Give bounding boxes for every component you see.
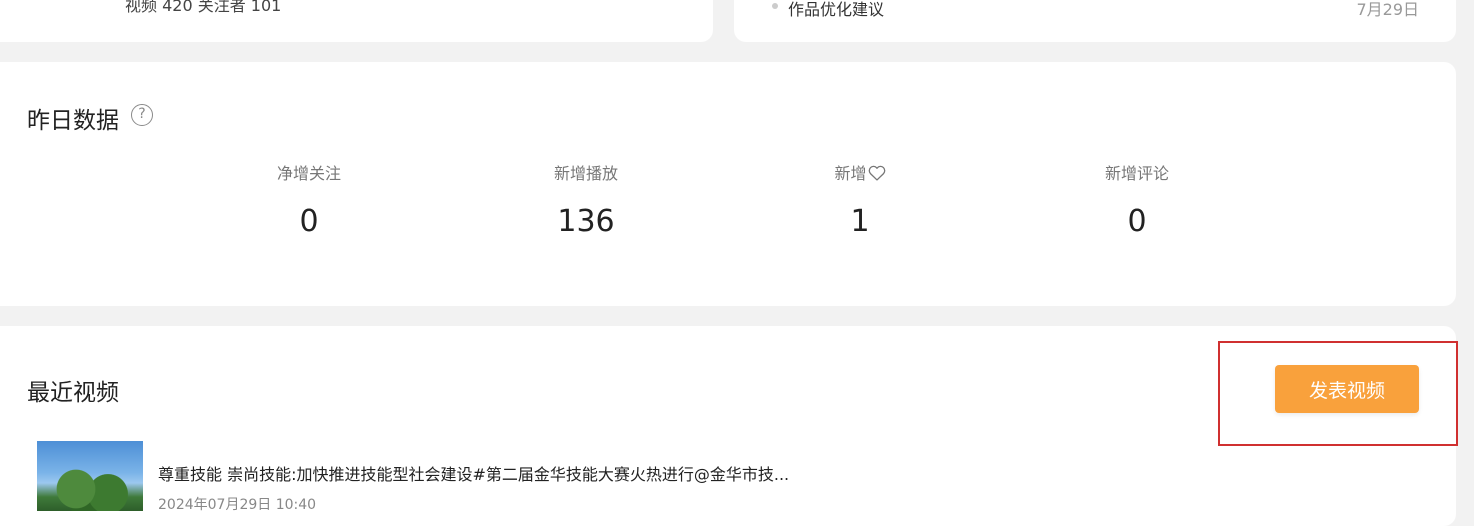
yesterday-stats-title: 昨日数据 xyxy=(27,108,119,134)
profile-card xyxy=(0,0,713,42)
stat-label-text: 新增 xyxy=(834,164,867,183)
question-circle-icon[interactable]: ? xyxy=(131,104,153,126)
video-title[interactable]: 尊重技能 崇尚技能:加快推进技能型社会建设#第二届金华技能大赛火热进行@金华市技… xyxy=(158,461,818,485)
notice-bullet-icon xyxy=(772,3,778,9)
stat-new-plays: 新增播放 136 xyxy=(486,163,686,239)
stat-new-likes: 新增 1 xyxy=(760,163,960,239)
stat-label: 净增关注 xyxy=(276,164,341,183)
notice-item-date: 7月29日 xyxy=(1356,0,1419,19)
publish-video-button[interactable]: 发表视频 xyxy=(1275,365,1419,413)
stat-label: 新增 xyxy=(760,163,960,185)
stat-label: 新增播放 xyxy=(553,164,618,183)
stat-value: 0 xyxy=(1127,204,1147,239)
notice-item-title[interactable]: 作品优化建议 xyxy=(788,0,884,20)
heart-outline-icon xyxy=(868,165,885,181)
profile-counts: 视频 420 关注者 101 xyxy=(125,0,282,15)
recent-videos-title: 最近视频 xyxy=(27,380,119,406)
stat-value: 0 xyxy=(299,204,319,239)
video-publish-time: 2024年07月29日 10:40 xyxy=(158,497,317,513)
stat-new-comments: 新增评论 0 xyxy=(1037,163,1237,239)
stat-label: 新增评论 xyxy=(1104,164,1169,183)
stat-value: 1 xyxy=(850,204,870,239)
stat-net-followers: 净增关注 0 xyxy=(209,163,409,239)
stat-value: 136 xyxy=(557,204,615,239)
thumbnail-tree-image xyxy=(52,469,132,511)
